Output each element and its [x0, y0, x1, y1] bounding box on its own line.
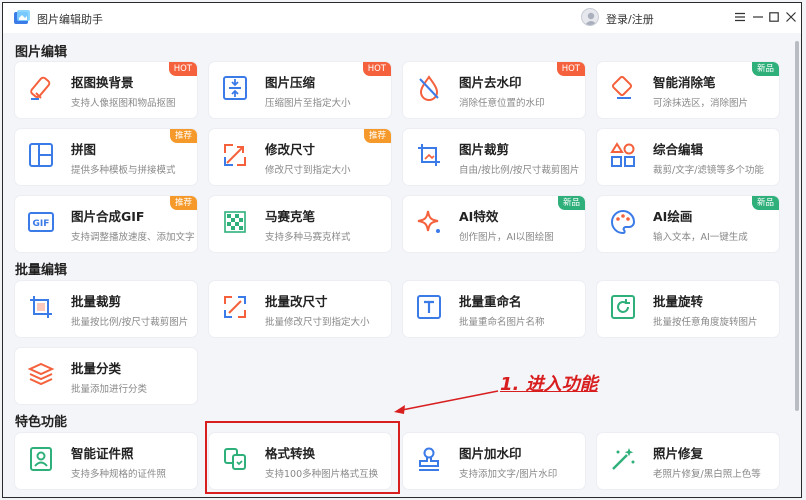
card-mosaic-pen[interactable]: 马赛克笔 支持多种马赛克样式	[209, 196, 391, 252]
card-ai-effects[interactable]: AI特效 创作图片，AI以图绘图 新品	[403, 196, 585, 252]
annotation-label: 1. 进入功能	[500, 374, 598, 395]
main-content: 图片编辑 抠图换背景 支持人像抠图和物品抠图 HOT 图片压缩 压缩图片至指定大…	[3, 33, 791, 497]
card-image-compress[interactable]: 图片压缩 压缩图片至指定大小 HOT	[209, 62, 391, 118]
menu-icon	[735, 12, 745, 22]
app-logo-icon	[14, 10, 30, 24]
vertical-scrollbar[interactable]	[794, 35, 800, 481]
batch-resize-icon	[224, 296, 246, 318]
scrollbar-thumb[interactable]	[795, 41, 799, 411]
close-icon	[786, 12, 796, 22]
new-badge: 新品	[751, 62, 779, 76]
maximize-button[interactable]	[765, 8, 783, 26]
svg-text:GIF: GIF	[33, 219, 50, 229]
card-batch-crop[interactable]: 批量裁剪 批量按比例/按尺寸裁剪图片	[15, 281, 197, 337]
sparkle-icon	[417, 210, 440, 233]
card-format-convert[interactable]: 格式转换 支持100多种图片格式互换	[209, 433, 391, 489]
palette-icon	[611, 209, 636, 235]
crop-icon	[418, 144, 440, 166]
card-add-watermark[interactable]: 图片加水印 支持添加文字/图片水印	[403, 433, 585, 489]
minimize-icon	[753, 16, 763, 18]
title-bar: 图片编辑助手 登录/注册	[3, 3, 801, 33]
rename-icon	[417, 295, 441, 319]
card-batch-classify[interactable]: 批量分类 批量添加进行分类	[15, 348, 197, 404]
card-batch-rotate[interactable]: 批量旋转 批量按任意角度旋转图片	[597, 281, 779, 337]
login-register-link[interactable]: 登录/注册	[606, 11, 654, 27]
card-ai-painting[interactable]: AI绘画 输入文本，AI一键生成 新品	[597, 196, 779, 252]
app-title: 图片编辑助手	[37, 13, 103, 26]
resize-icon	[224, 144, 246, 166]
hot-badge: HOT	[362, 62, 391, 76]
avatar[interactable]	[581, 8, 599, 26]
eraser-icon	[30, 76, 51, 100]
batch-crop-icon	[30, 296, 52, 318]
card-comprehensive-edit[interactable]: 综合编辑 裁剪/文字/滤镜等多个功能	[597, 129, 779, 185]
menu-button[interactable]	[731, 8, 749, 26]
section-title-featured: 特色功能	[15, 415, 68, 430]
stamp-icon	[419, 447, 439, 471]
section-title-image-edit: 图片编辑	[15, 45, 68, 60]
close-button[interactable]	[782, 8, 800, 26]
new-badge: 新品	[751, 196, 779, 210]
card-collage[interactable]: 拼图 提供多种模板与拼接模式 推荐	[15, 129, 197, 185]
water-drop-icon	[419, 75, 439, 101]
card-image-crop[interactable]: 图片裁剪 自由/按比例/按尺寸裁剪图片	[403, 129, 585, 185]
new-badge: 新品	[557, 196, 585, 210]
hot-badge: HOT	[168, 62, 197, 76]
hot-badge: HOT	[556, 62, 585, 76]
card-batch-rename[interactable]: 批量重命名 批量重命名图片名称	[403, 281, 585, 337]
recommend-badge: 推荐	[363, 129, 391, 143]
eraser-pen-icon	[611, 75, 633, 99]
gif-icon: GIF	[28, 212, 54, 232]
app-window: 图片编辑助手 登录/注册 图片编辑 抠图换背景 支持人像抠图和物品抠图 HOT …	[2, 2, 802, 498]
user-icon	[585, 12, 597, 25]
card-smart-eraser[interactable]: 智能消除笔 可涂抹选区，消除图片 新品	[597, 62, 779, 118]
format-convert-icon	[224, 448, 246, 470]
card-gif-maker[interactable]: GIF 图片合成GIF 支持调整播放速度、添加文字 推荐	[15, 196, 197, 252]
id-photo-icon	[30, 447, 52, 471]
rotate-icon	[611, 295, 635, 319]
layers-icon	[27, 362, 55, 386]
compress-icon	[223, 76, 247, 100]
card-batch-resize[interactable]: 批量改尺寸 批量修改尺寸到指定大小	[209, 281, 391, 337]
mosaic-icon	[224, 211, 246, 233]
collage-icon	[29, 143, 53, 167]
maximize-icon	[769, 12, 779, 22]
card-resize[interactable]: 修改尺寸 修改尺寸到指定大小 推荐	[209, 129, 391, 185]
annotation-arrow-icon	[394, 390, 499, 414]
card-remove-watermark[interactable]: 图片去水印 消除任意位置的水印 HOT	[403, 62, 585, 118]
shapes-icon	[610, 142, 635, 167]
section-title-batch-edit: 批量编辑	[15, 263, 68, 278]
magic-wand-icon	[612, 448, 635, 470]
card-smart-id-photo[interactable]: 智能证件照 支持多种规格的证件照	[15, 433, 197, 489]
card-photo-repair[interactable]: 照片修复 老照片修复/黑白照上色等	[597, 433, 779, 489]
recommend-badge: 推荐	[169, 129, 197, 143]
recommend-badge: 推荐	[169, 196, 197, 210]
card-cutout-background[interactable]: 抠图换背景 支持人像抠图和物品抠图 HOT	[15, 62, 197, 118]
